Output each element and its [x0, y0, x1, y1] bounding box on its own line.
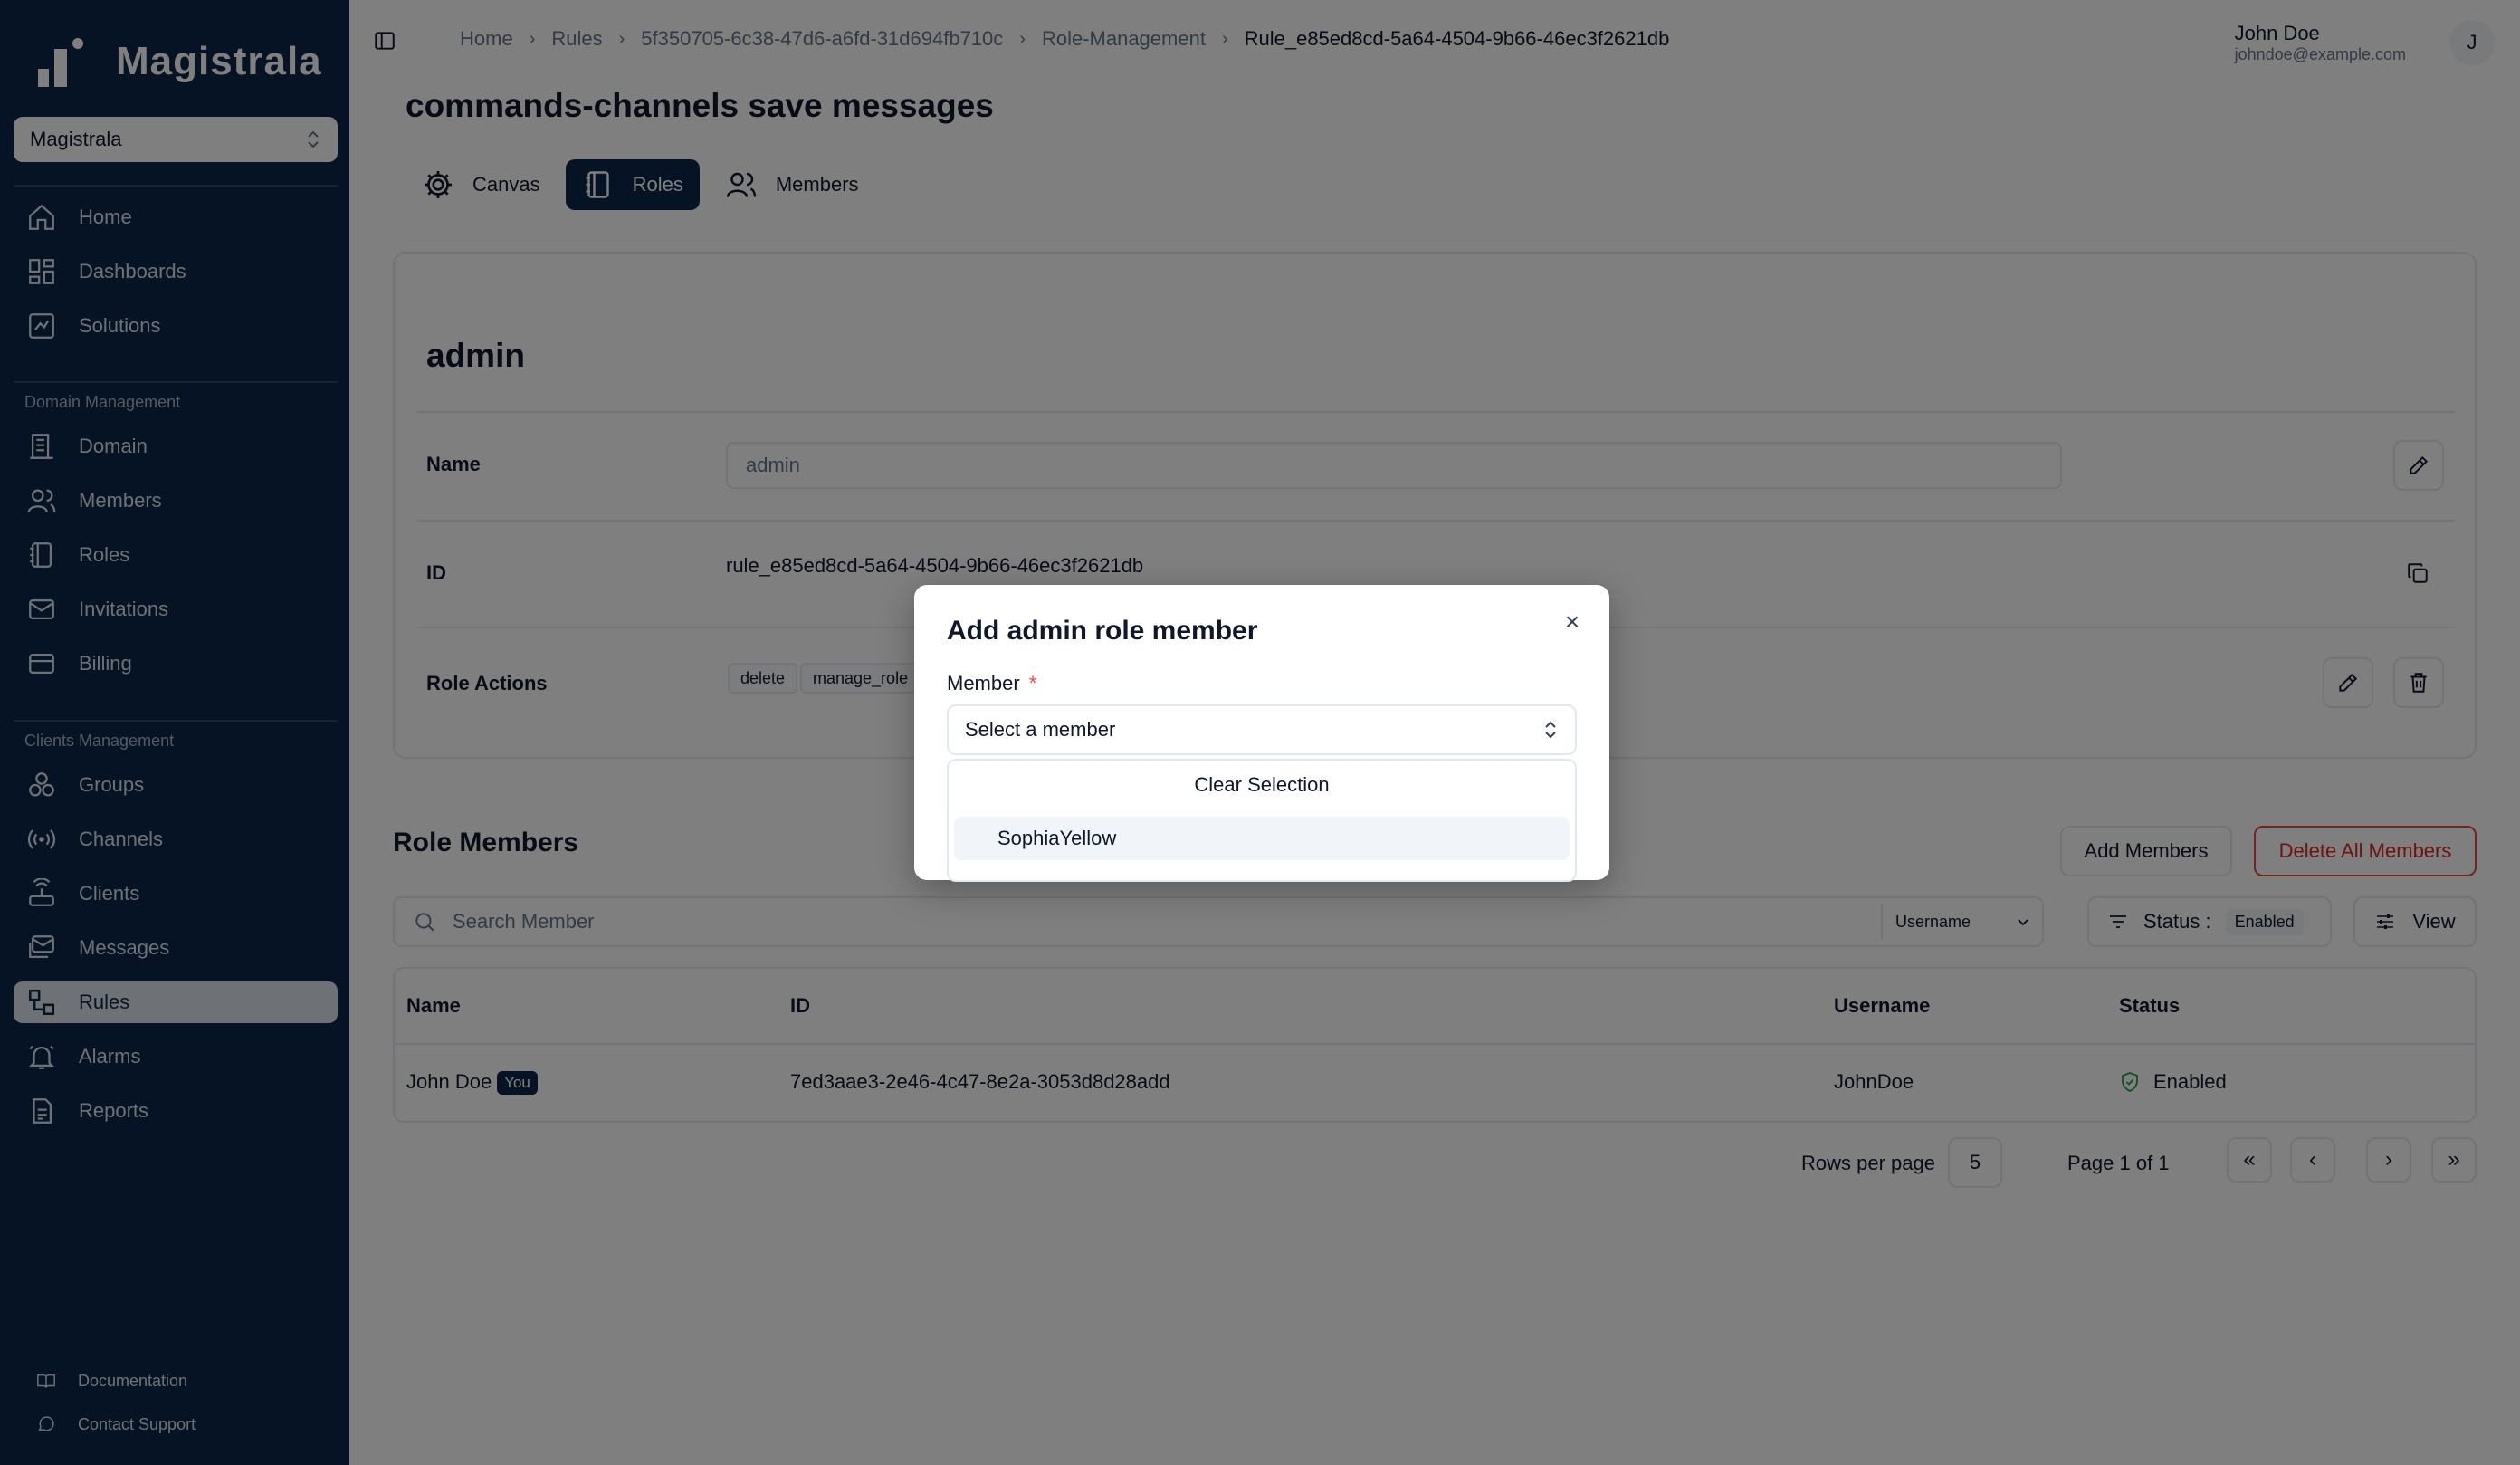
member-option[interactable]: SophiaYellow: [954, 817, 1570, 860]
add-member-dialog: Add admin role member × Member * Select a…: [914, 585, 1609, 882]
required-mark: *: [1028, 672, 1037, 694]
member-label-text: Member: [947, 672, 1020, 694]
member-dropdown: Clear Selection SophiaYellow: [947, 759, 1577, 882]
member-select[interactable]: Select a member: [947, 704, 1577, 755]
member-field-label: Member *: [947, 672, 1036, 695]
close-icon[interactable]: ×: [1559, 608, 1586, 636]
clear-selection-option[interactable]: Clear Selection: [949, 773, 1575, 797]
member-select-placeholder: Select a member: [965, 718, 1116, 741]
chevron-updown-icon: [1545, 721, 1556, 739]
dialog-title: Add admin role member: [947, 616, 1258, 646]
